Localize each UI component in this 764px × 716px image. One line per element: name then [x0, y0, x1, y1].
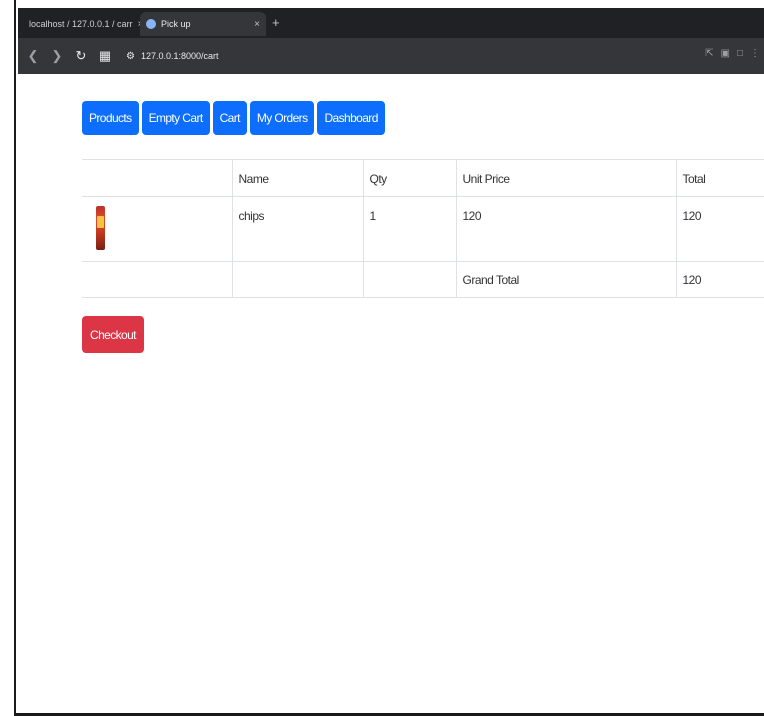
left-frame-border — [0, 0, 16, 716]
empty-cart-button[interactable]: Empty Cart — [141, 101, 210, 135]
total-column-header: Total — [675, 159, 764, 197]
browser-tab-phpmyadmin[interactable]: localhost / 127.0.0.1 / carr × — [18, 12, 143, 36]
site-info-icon[interactable]: ⚙ — [126, 51, 135, 62]
grand-total-row: Grand Total 120 — [82, 261, 764, 298]
grand-total-label: Grand Total — [455, 261, 676, 298]
empty-cell — [362, 261, 456, 298]
grand-total-value: 120 — [675, 261, 764, 298]
empty-cell — [231, 261, 363, 298]
toolbar-icons: ⇱ ▣ □ ⋮ — [705, 48, 760, 59]
qty-column-header: Qty — [362, 159, 456, 197]
close-tab-icon[interactable]: × — [254, 19, 260, 30]
name-column-header: Name — [231, 159, 363, 197]
dashboard-button[interactable]: Dashboard — [317, 101, 385, 135]
page-content: Products Empty Cart Cart My Orders Dashb… — [18, 74, 764, 713]
product-image — [96, 206, 105, 250]
checkout-button[interactable]: Checkout — [82, 316, 144, 353]
reload-icon[interactable]: ↻ — [74, 48, 88, 64]
table-row: chips 1 120 120 — [82, 196, 764, 262]
menu-icon[interactable]: ⋮ — [750, 48, 760, 59]
address-text: 127.0.0.1:8000/cart — [140, 51, 219, 61]
install-icon[interactable]: ▣ — [721, 48, 730, 59]
browser-tab-pickup[interactable]: Pick up × — [140, 12, 266, 36]
share-icon[interactable]: ⇱ — [705, 48, 713, 59]
unit-price-column-header: Unit Price — [455, 159, 676, 197]
grid-icon[interactable]: ▦ — [98, 48, 112, 64]
browser-tab-bar: localhost / 127.0.0.1 / carr × Pick up ×… — [18, 8, 764, 38]
empty-cell — [82, 261, 232, 298]
product-qty: 1 — [362, 196, 456, 262]
product-total: 120 — [675, 196, 764, 262]
tab-title: localhost / 127.0.0.1 / carr — [29, 19, 133, 29]
browser-toolbar: ❮ ❯ ↻ ▦ ⚙ 127.0.0.1:8000/cart ⇱ ▣ □ ⋮ — [18, 38, 764, 74]
site-favicon-icon — [146, 19, 156, 29]
nav-button-group: Products Empty Cart Cart My Orders Dashb… — [82, 101, 385, 135]
cart-header-row: Name Qty Unit Price Total — [82, 159, 764, 197]
products-button[interactable]: Products — [82, 101, 139, 135]
forward-icon[interactable]: ❯ — [50, 48, 64, 64]
top-frame-border — [16, 0, 764, 8]
address-bar[interactable]: ⚙ 127.0.0.1:8000/cart — [126, 51, 219, 62]
my-orders-button[interactable]: My Orders — [249, 101, 315, 135]
product-image-cell — [82, 196, 232, 262]
tab-title: Pick up — [161, 19, 191, 29]
cart-table: Name Qty Unit Price Total chips 1 120 12… — [82, 159, 764, 298]
back-icon[interactable]: ❮ — [26, 48, 40, 64]
extensions-icon[interactable]: □ — [737, 48, 743, 59]
image-column-header — [82, 159, 232, 197]
product-name: chips — [231, 196, 363, 262]
cart-button[interactable]: Cart — [212, 101, 247, 135]
new-tab-icon[interactable]: + — [272, 16, 280, 30]
product-unit-price: 120 — [455, 196, 676, 262]
